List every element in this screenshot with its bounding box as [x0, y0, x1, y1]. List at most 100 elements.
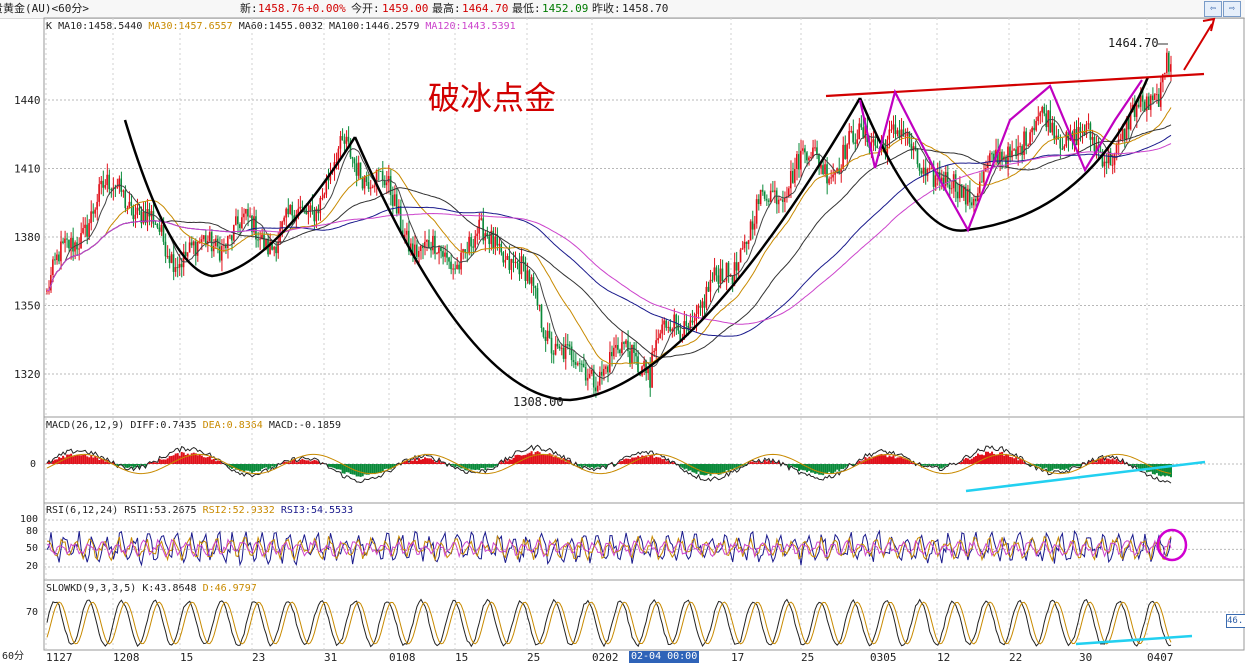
candle-body	[257, 239, 259, 241]
candle-body	[693, 320, 696, 323]
candle-body	[741, 248, 744, 250]
candle-body	[902, 129, 905, 137]
candle-body	[781, 199, 784, 202]
candle-body	[1015, 149, 1017, 156]
candle-body	[1013, 149, 1015, 151]
candle-body	[446, 252, 448, 258]
candle-body	[498, 243, 501, 246]
candle-body	[810, 157, 812, 159]
candle-body	[1135, 104, 1138, 117]
candle-body	[611, 352, 613, 357]
candle-body	[351, 157, 354, 159]
candle-body	[371, 186, 374, 188]
candle-body	[1035, 120, 1037, 131]
candle-body	[275, 246, 277, 254]
chart-canvas: 1320 1350 1380 1410 1440 1127 1208 15 23 31 0108 1…	[14, 17, 1245, 663]
candle-body	[735, 262, 738, 271]
candle-body	[922, 167, 925, 174]
candle-body	[719, 268, 722, 284]
candle-body	[582, 363, 585, 368]
candle-body	[1099, 150, 1102, 152]
candle-body	[970, 202, 973, 206]
candle-body	[1051, 122, 1053, 133]
candle-body	[514, 261, 517, 263]
candle-body	[548, 330, 551, 338]
candle-body	[124, 190, 127, 209]
candle-body	[309, 205, 312, 212]
macd-zero-label: 0	[30, 459, 37, 470]
candle-body	[926, 168, 929, 176]
candle-body	[369, 187, 372, 189]
candle-body	[118, 178, 120, 188]
candle-body	[1039, 112, 1041, 117]
date-tick-label: 0305	[870, 651, 897, 663]
rsi-tick-80: 80	[26, 526, 39, 537]
candle-body	[263, 234, 265, 250]
candle-body	[991, 153, 993, 155]
candle-body	[721, 268, 724, 282]
candle-body	[526, 270, 529, 281]
candle-body	[538, 304, 541, 306]
candle-body	[460, 252, 462, 270]
candle-body	[212, 245, 215, 252]
candle-body	[588, 373, 591, 378]
candle-body	[586, 377, 589, 381]
candle-body	[510, 259, 513, 270]
candle-body	[934, 175, 937, 187]
candle-body	[848, 131, 850, 145]
candle-body	[757, 199, 760, 205]
candle-body	[136, 207, 139, 215]
candle-body	[454, 268, 456, 270]
candle-body	[691, 320, 694, 323]
candle-body	[613, 347, 615, 357]
candle-body	[438, 247, 440, 254]
candle-body	[494, 236, 496, 249]
candle-body	[180, 264, 183, 268]
high-marker: 1464.70	[1108, 36, 1159, 50]
candle-body	[1111, 164, 1114, 166]
candle-body	[550, 337, 553, 354]
candle-body	[854, 142, 856, 144]
breakout-arrow	[1183, 23, 1213, 71]
candle-body	[110, 189, 112, 191]
candle-body	[619, 349, 621, 354]
candle-body	[1149, 95, 1152, 110]
candle-body	[70, 237, 72, 249]
candle-body	[152, 211, 155, 224]
candle-body	[226, 235, 229, 249]
candle-body	[916, 148, 919, 165]
candle-body	[713, 267, 716, 280]
candle-body	[753, 223, 756, 230]
price-tick-label: 1320	[14, 368, 41, 381]
candle-body	[806, 152, 808, 161]
candle-body	[886, 139, 889, 155]
candle-body	[876, 145, 879, 149]
candle-body	[442, 251, 444, 257]
candle-body	[434, 235, 436, 254]
candle-body	[468, 236, 470, 253]
candle-body	[327, 179, 330, 181]
candle-body	[598, 371, 601, 386]
date-tick-label: 17	[731, 651, 744, 663]
candle-body	[635, 352, 637, 357]
candle-body	[128, 201, 131, 209]
candle-body	[1165, 52, 1168, 73]
date-tick-label: 23	[252, 651, 265, 663]
candle-body	[606, 366, 609, 373]
candle-body	[239, 224, 241, 229]
candle-body	[649, 367, 651, 388]
candle-body	[174, 267, 177, 272]
candle-body	[844, 144, 846, 159]
candle-body	[419, 245, 422, 252]
candle-body	[1027, 145, 1029, 147]
candle-body	[285, 208, 287, 218]
panel-frame	[43, 579, 1245, 651]
candle-body	[699, 305, 702, 308]
candle-body	[96, 201, 98, 210]
candle-body	[283, 217, 285, 222]
candle-body	[952, 174, 955, 189]
rsi1-line	[46, 529, 1172, 567]
candle-body	[860, 123, 862, 128]
candle-body	[715, 267, 718, 276]
date-tick-label: 12	[937, 651, 950, 663]
